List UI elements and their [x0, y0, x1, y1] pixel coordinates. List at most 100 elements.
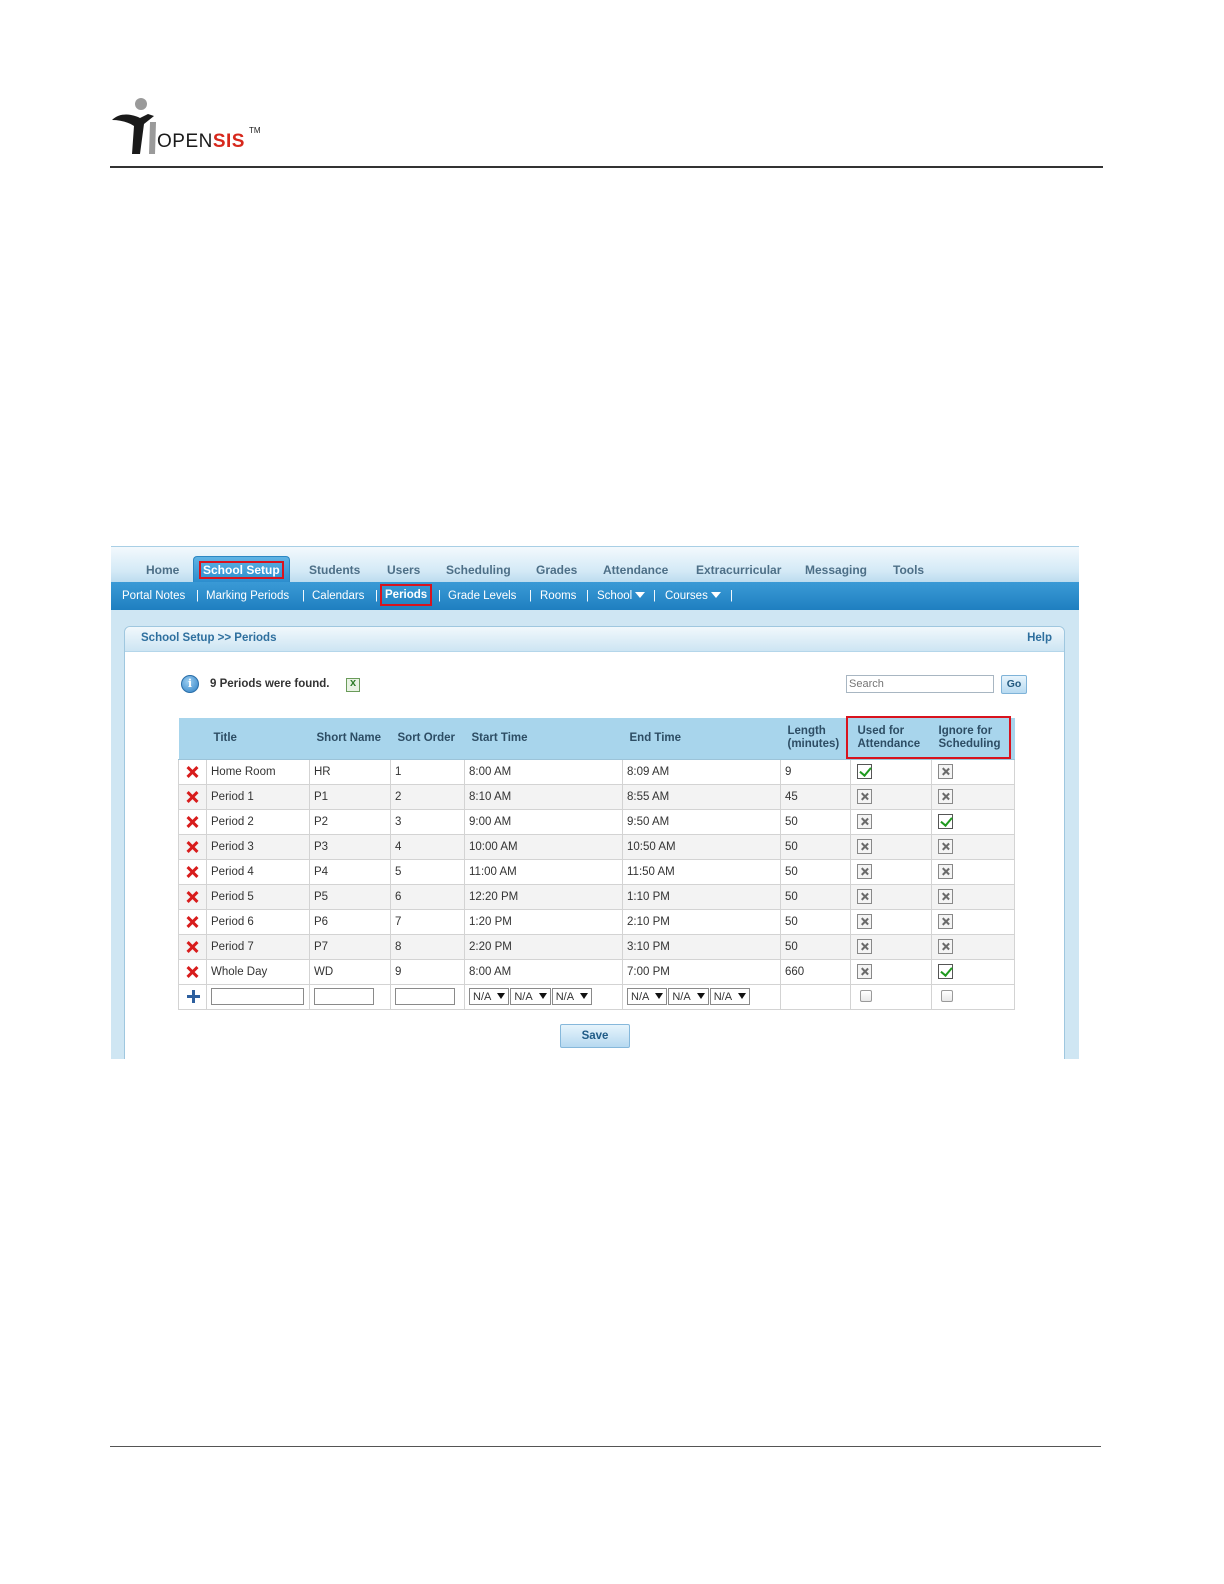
tab-home[interactable]: Home: [146, 563, 179, 577]
start-ampm-select[interactable]: N/A: [551, 988, 593, 1005]
delete-cell: [178, 758, 207, 785]
unchecked-icon[interactable]: [857, 889, 872, 904]
unchecked-icon[interactable]: [857, 839, 872, 854]
logo-figure-icon: [112, 98, 156, 154]
subnav-separator: |: [375, 590, 378, 602]
start-hour-select[interactable]: N/A: [469, 988, 510, 1005]
tab-extracurricular[interactable]: Extracurricular: [696, 563, 781, 577]
select-arrow-icon: [538, 993, 547, 999]
select-arrow-icon: [580, 993, 589, 999]
search-input[interactable]: [846, 675, 994, 693]
title-cell: Period 7: [206, 933, 310, 960]
checked-icon[interactable]: [857, 764, 872, 779]
unchecked-icon[interactable]: [857, 939, 872, 954]
start-ampm-value: N/A: [555, 991, 575, 1003]
help-link[interactable]: Help: [1027, 632, 1052, 644]
scheduling-cell: [931, 908, 1015, 935]
tab-attendance[interactable]: Attendance: [603, 563, 668, 577]
add-icon[interactable]: [186, 989, 201, 1004]
end-minute-select[interactable]: N/A: [668, 988, 709, 1005]
end-time-cell: 11:50 AM: [622, 858, 781, 885]
end-time-cell: 8:55 AM: [622, 783, 781, 810]
table-row: Home Room HR 1 8:00 AM 8:09 AM 9: [178, 758, 1015, 785]
start-time-cell: 9:00 AM: [464, 808, 623, 835]
header-length-line1: Length: [787, 725, 826, 738]
title-cell: Period 1: [206, 783, 310, 810]
app-screenshot: Home School Setup Students Users Schedul…: [111, 546, 1079, 1059]
tab-grades[interactable]: Grades: [536, 563, 577, 577]
new-scheduling-checkbox[interactable]: [941, 990, 953, 1003]
start-time-cell: 1:20 PM: [464, 908, 623, 935]
delete-cell: [178, 858, 207, 885]
subnav-grade-levels[interactable]: Grade Levels: [448, 590, 516, 602]
tab-school-setup[interactable]: School Setup: [193, 556, 290, 583]
delete-icon[interactable]: [185, 890, 199, 904]
breadcrumb[interactable]: School Setup >> Periods: [141, 632, 276, 644]
start-time-cell: 11:00 AM: [464, 858, 623, 885]
header-length: Length (minutes): [780, 718, 851, 760]
unchecked-icon[interactable]: [938, 789, 953, 804]
start-minute-value: N/A: [514, 991, 533, 1003]
start-hour-value: N/A: [473, 991, 492, 1003]
periods-table: Title Short Name Sort Order Start Time E…: [178, 718, 1015, 1010]
save-button[interactable]: Save: [560, 1024, 630, 1048]
end-ampm-value: N/A: [713, 991, 733, 1003]
subnav-courses-dropdown[interactable]: Courses: [665, 590, 721, 602]
new-title-input[interactable]: [211, 988, 304, 1005]
unchecked-icon[interactable]: [857, 789, 872, 804]
short-name-cell: WD: [309, 958, 391, 985]
delete-icon[interactable]: [185, 790, 199, 804]
new-short-name-input[interactable]: [314, 988, 374, 1005]
tab-students[interactable]: Students: [309, 563, 360, 577]
periods-table-body: Home Room HR 1 8:00 AM 8:09 AM 9 Period 1 P1 2 8:…: [178, 758, 1015, 1010]
unchecked-icon[interactable]: [938, 889, 953, 904]
short-name-cell: P7: [309, 933, 391, 960]
unchecked-icon[interactable]: [938, 864, 953, 879]
delete-icon[interactable]: [185, 865, 199, 879]
new-sort-order-input[interactable]: [395, 988, 455, 1005]
checked-icon[interactable]: [938, 814, 953, 829]
attendance-cell: [850, 958, 932, 985]
go-button[interactable]: Go: [1001, 675, 1027, 694]
unchecked-icon[interactable]: [857, 864, 872, 879]
attendance-cell: [850, 908, 932, 935]
delete-icon[interactable]: [185, 840, 199, 854]
subnav-portal-notes[interactable]: Portal Notes: [122, 590, 185, 602]
checked-icon[interactable]: [938, 964, 953, 979]
subnav-periods[interactable]: Periods: [379, 584, 433, 606]
logo-sis: SIS: [212, 131, 245, 152]
unchecked-icon[interactable]: [857, 964, 872, 979]
start-time-cell: 8:00 AM: [464, 958, 623, 985]
unchecked-icon[interactable]: [857, 814, 872, 829]
end-ampm-select[interactable]: N/A: [709, 988, 751, 1005]
unchecked-icon[interactable]: [938, 939, 953, 954]
unchecked-icon[interactable]: [938, 914, 953, 929]
subnav-separator: |: [586, 590, 589, 602]
footer-rule: [110, 1446, 1101, 1447]
new-attendance-checkbox[interactable]: [860, 990, 872, 1003]
delete-icon[interactable]: [185, 815, 199, 829]
subnav-calendars[interactable]: Calendars: [312, 590, 364, 602]
subnav-marking-periods[interactable]: Marking Periods: [206, 590, 289, 602]
end-hour-select[interactable]: N/A: [627, 988, 668, 1005]
scheduling-cell: [931, 958, 1015, 985]
delete-icon[interactable]: [185, 940, 199, 954]
tab-users[interactable]: Users: [387, 563, 420, 577]
sort-order-cell: 8: [390, 933, 465, 960]
length-cell: 50: [780, 833, 851, 860]
delete-icon[interactable]: [185, 965, 199, 979]
start-minute-select[interactable]: N/A: [510, 988, 551, 1005]
delete-icon[interactable]: [185, 765, 199, 779]
unchecked-icon[interactable]: [857, 914, 872, 929]
tab-scheduling[interactable]: Scheduling: [446, 563, 511, 577]
scheduling-cell: [931, 883, 1015, 910]
unchecked-icon[interactable]: [938, 764, 953, 779]
unchecked-icon[interactable]: [938, 839, 953, 854]
tab-tools[interactable]: Tools: [893, 563, 924, 577]
subnav-school-dropdown[interactable]: School: [597, 590, 646, 602]
excel-export-icon[interactable]: [346, 677, 360, 692]
delete-icon[interactable]: [185, 915, 199, 929]
tab-messaging[interactable]: Messaging: [805, 563, 867, 577]
delete-cell: [178, 883, 207, 910]
subnav-rooms[interactable]: Rooms: [540, 590, 576, 602]
